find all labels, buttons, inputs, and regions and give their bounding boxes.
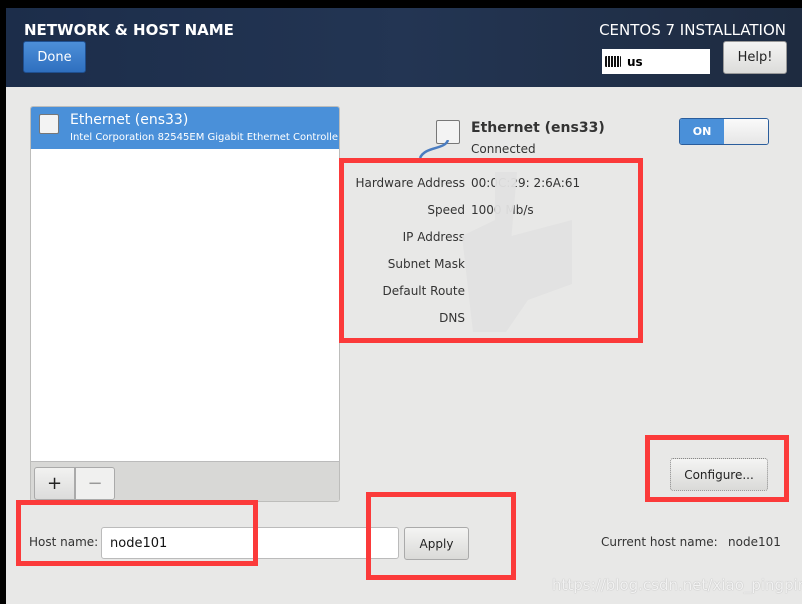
- device-list-item[interactable]: Ethernet (ens33) Intel Corporation 82545…: [31, 107, 339, 149]
- header-bar: [6, 8, 802, 87]
- connection-status: Connected: [471, 142, 536, 156]
- toggle-handle[interactable]: [724, 119, 768, 144]
- ethernet-icon: [39, 114, 59, 134]
- annotation-box: [645, 435, 789, 502]
- help-button[interactable]: Help!: [723, 41, 787, 74]
- keyboard-layout-indicator[interactable]: us: [602, 49, 710, 74]
- add-device-button[interactable]: +: [34, 467, 75, 500]
- keyboard-layout: us: [627, 54, 643, 69]
- current-host-name-value: node101: [728, 535, 781, 549]
- watermark: https://blog.csdn.net/xiao_pingping: [552, 576, 802, 594]
- annotation-box: [366, 492, 516, 580]
- remove-device-button[interactable]: −: [75, 467, 115, 500]
- ethernet-cable-icon: [418, 140, 450, 159]
- annotation-box: [16, 500, 258, 566]
- keyboard-icon: [605, 56, 621, 67]
- device-detail-name: Ethernet (ens33): [471, 120, 605, 136]
- device-description: Intel Corporation 82545EM Gigabit Ethern…: [70, 132, 340, 143]
- connection-toggle[interactable]: ON: [679, 118, 769, 145]
- device-list-toolbar: + −: [31, 461, 339, 501]
- annotation-box: [339, 158, 643, 343]
- page-title: NETWORK & HOST NAME: [24, 21, 234, 39]
- product-title: CENTOS 7 INSTALLATION: [599, 21, 786, 39]
- current-host-name-label: Current host name:: [601, 535, 718, 549]
- done-button[interactable]: Done: [23, 41, 86, 73]
- device-list: Ethernet (ens33) Intel Corporation 82545…: [30, 106, 340, 502]
- toggle-on-label: ON: [680, 119, 724, 144]
- device-name: Ethernet (ens33): [70, 112, 189, 128]
